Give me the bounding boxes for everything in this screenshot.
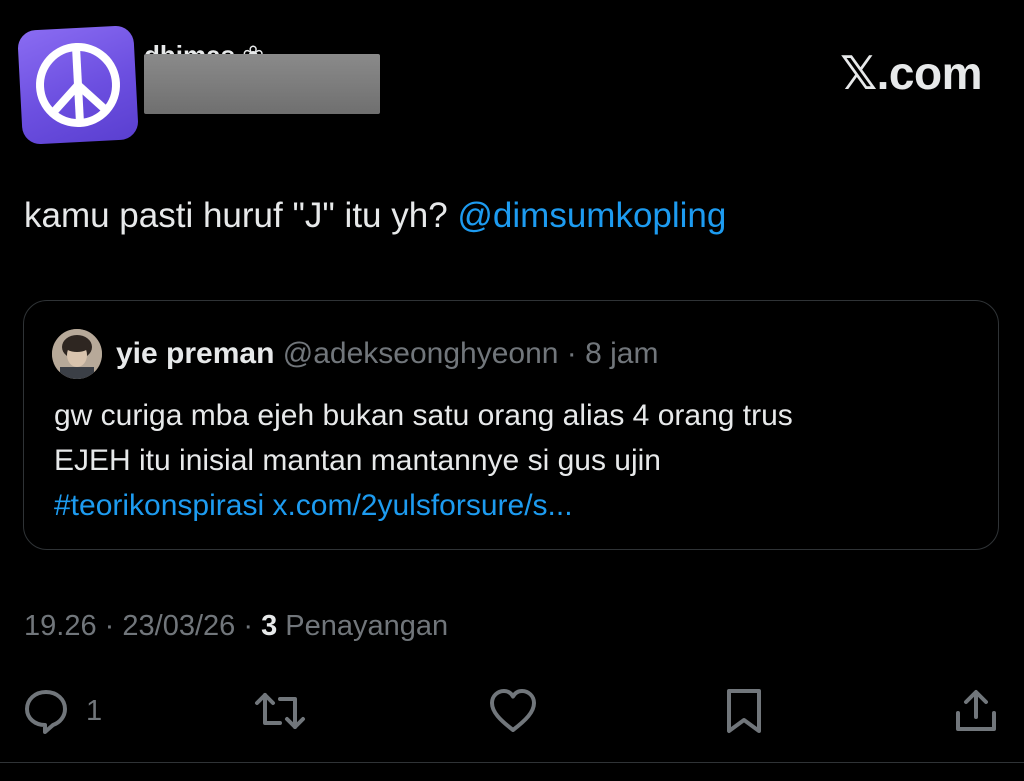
action-bar: 1	[0, 684, 1024, 740]
quote-author-avatar[interactable]	[52, 329, 102, 379]
tweet-time: 19.26	[24, 610, 97, 642]
like-button[interactable]	[488, 684, 538, 738]
meta-separator: ·	[243, 610, 253, 642]
meta-separator: ·	[104, 610, 115, 642]
quote-links-line: #teorikonspirasi x.com/2yulsforsure/s...	[54, 483, 974, 528]
quote-text-line-1: gw curiga mba ejeh bukan satu orang alia…	[54, 399, 793, 432]
quote-text-line-2: EJEH itu inisial mantan mantannye si gus…	[54, 444, 661, 477]
quote-url-link[interactable]: x.com/2yulsforsure/s...	[272, 489, 572, 522]
quote-author-handle[interactable]: @adekseonghyeonn	[283, 337, 559, 370]
share-button[interactable]	[952, 684, 1000, 738]
author-name-fragment[interactable]: dhimas ❀	[144, 40, 264, 54]
heart-icon	[490, 689, 536, 732]
tweet-mention-link[interactable]: @dimsumkopling	[457, 196, 726, 235]
divider	[0, 762, 1024, 763]
bookmark-button[interactable]	[724, 684, 764, 738]
tweet-text: kamu pasti huruf "J" itu yh? @dimsumkopl…	[24, 196, 726, 236]
peace-sign-icon	[36, 43, 120, 127]
reply-button[interactable]: 1	[22, 684, 102, 738]
author-avatar[interactable]	[17, 25, 139, 145]
quote-separator: ·	[566, 337, 577, 370]
retweet-button[interactable]	[254, 684, 306, 738]
reply-icon	[25, 690, 67, 734]
share-icon	[956, 690, 996, 731]
views-label: Penayangan	[285, 610, 449, 642]
person-photo-icon	[52, 329, 102, 379]
retweet-icon	[255, 693, 305, 729]
tweet-date: 23/03/26	[122, 610, 236, 642]
tweet-body: kamu pasti huruf "J" itu yh?	[24, 196, 448, 235]
bookmark-icon	[727, 689, 761, 733]
quote-body: gw curiga mba ejeh bukan satu orang alia…	[54, 393, 974, 528]
brand-logo: 𝕏.com	[840, 47, 982, 99]
quote-header: yie preman @adekseonghyeonn · 8 jam	[116, 337, 658, 371]
quoted-tweet-card[interactable]: yie preman @adekseonghyeonn · 8 jam gw c…	[23, 300, 999, 550]
redacted-author-name	[144, 54, 380, 114]
quote-hashtag-link[interactable]: #teorikonspirasi	[54, 489, 264, 522]
views-count: 3	[261, 610, 278, 642]
quote-timestamp: 8 jam	[585, 337, 659, 370]
tweet-meta: 19.26 · 23/03/26 · 3 Penayangan	[24, 610, 448, 643]
quote-author-name[interactable]: yie preman	[116, 337, 274, 370]
reply-count: 1	[86, 694, 103, 727]
